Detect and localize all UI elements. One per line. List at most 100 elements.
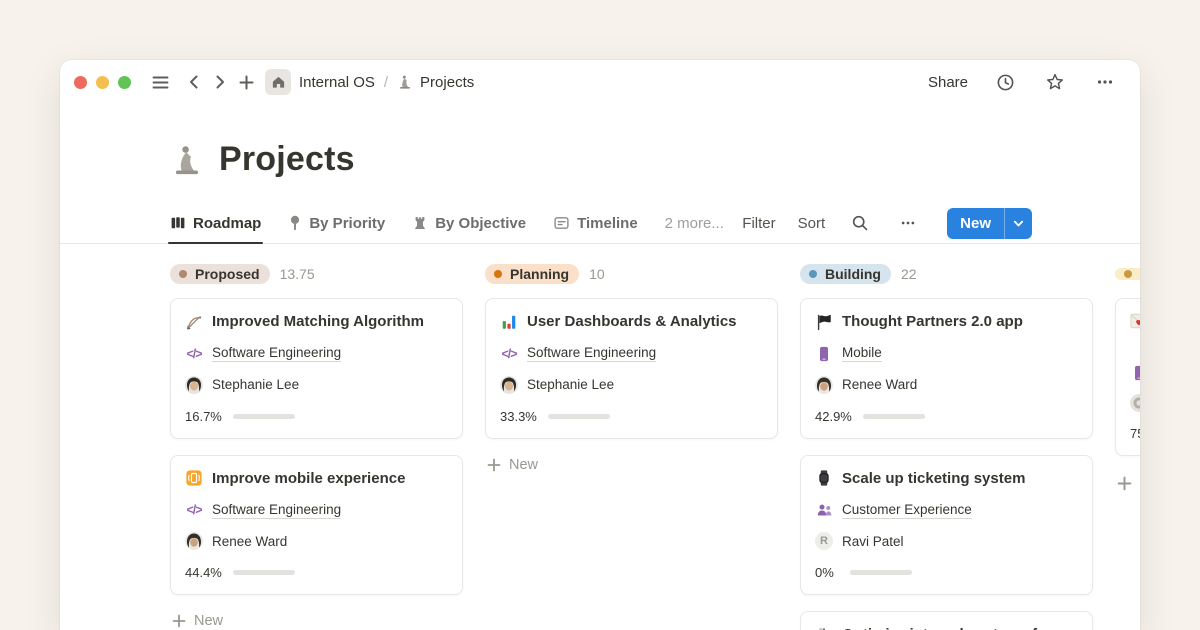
tab-by-objective[interactable]: By Objective — [412, 203, 526, 243]
breadcrumb-page[interactable]: Projects — [420, 74, 474, 91]
tab-label: By Objective — [435, 215, 526, 232]
tab-by-priority[interactable]: By Priority — [288, 203, 385, 243]
add-card-label: New — [194, 613, 223, 629]
column-building: Building 22 Thought Partners 2.0 app Mob… — [800, 262, 1093, 630]
add-card-button[interactable] — [1115, 472, 1140, 495]
column-planning: Planning 10 User Dashboards & Analytics … — [485, 262, 778, 477]
microscope-icon[interactable] — [170, 143, 204, 177]
view-options-button[interactable] — [895, 210, 921, 236]
column-title: Proposed — [195, 266, 260, 282]
minimize-window-button[interactable] — [96, 76, 109, 89]
chevron-down-icon — [1013, 218, 1024, 229]
watch-icon — [815, 469, 833, 487]
home-icon — [271, 75, 286, 90]
history-button[interactable] — [992, 69, 1018, 95]
column-count: 22 — [901, 266, 917, 282]
zoom-window-button[interactable] — [118, 76, 131, 89]
avatar — [185, 532, 203, 550]
new-tab-button[interactable] — [233, 69, 259, 95]
team-tag[interactable]: Mobile — [842, 345, 882, 362]
filter-button[interactable]: Filter — [742, 215, 775, 232]
sidebar-menu-button[interactable] — [147, 69, 173, 95]
page-title: Projects — [219, 140, 355, 179]
status-dot — [809, 270, 817, 278]
avatar — [500, 376, 518, 394]
add-card-button[interactable]: New — [170, 609, 463, 630]
project-card[interactable]: Thought Partners 2.0 app Mobile Renee Wa… — [800, 298, 1093, 439]
breadcrumb: Internal OS / Projects — [299, 74, 474, 91]
project-card[interactable]: Improved Matching Algorithm </> Software… — [170, 298, 463, 439]
team-tag[interactable]: Software Engineering — [212, 345, 341, 362]
progress-bar — [863, 414, 925, 419]
home-button[interactable] — [265, 69, 291, 95]
search-button[interactable] — [847, 210, 873, 236]
share-button[interactable]: Share — [928, 74, 968, 91]
people-purple-icon — [815, 501, 833, 519]
love-letter-icon — [1130, 312, 1140, 330]
code-icon: </> — [185, 345, 203, 363]
tab-label: Timeline — [577, 215, 638, 232]
project-card[interactable]: Optimize internal systems for — [800, 611, 1093, 630]
breadcrumb-separator: / — [384, 74, 388, 91]
plus-icon — [487, 458, 501, 472]
team-tag[interactable]: Software Engineering — [212, 502, 341, 519]
bow-and-arrow-icon — [185, 313, 203, 331]
assignee-name: Stephanie Lee — [212, 377, 299, 392]
column-count: 10 — [589, 266, 605, 282]
status-dot — [179, 270, 187, 278]
progress-label: 33.3% — [500, 409, 537, 424]
column-header[interactable] — [1115, 262, 1140, 286]
clock-icon — [996, 73, 1015, 92]
sort-button[interactable]: Sort — [798, 215, 826, 232]
tab-timeline[interactable]: Timeline — [553, 203, 638, 243]
add-card-button[interactable]: New — [485, 453, 778, 477]
view-tabs-bar: Roadmap By Priority By Objective Timelin… — [60, 203, 1140, 244]
tab-label: By Priority — [309, 215, 385, 232]
tab-more-views[interactable]: 2 more... — [665, 203, 724, 243]
tab-roadmap[interactable]: Roadmap — [170, 203, 261, 243]
microscope-icon — [397, 74, 413, 90]
card-title: Optimize internal systems for — [842, 625, 1052, 630]
more-options-button[interactable] — [1092, 69, 1118, 95]
team-tag[interactable]: Customer Experience — [842, 502, 972, 519]
avatar — [185, 376, 203, 394]
star-icon — [1045, 72, 1065, 92]
column-header[interactable]: Building 22 — [800, 262, 1093, 286]
favorite-button[interactable] — [1042, 69, 1068, 95]
card-title: Improved Matching Algorithm — [212, 312, 424, 332]
breadcrumb-workspace[interactable]: Internal OS — [299, 74, 375, 91]
team-tag[interactable]: Software Engineering — [527, 345, 656, 362]
progress-label: 0% — [815, 565, 839, 580]
progress-label: 44.4% — [185, 565, 222, 580]
project-card[interactable]: Improve mobile experience </> Software E… — [170, 455, 463, 596]
map-icon — [170, 215, 186, 231]
project-card[interactable]: Scale up ticketing system Customer Exper… — [800, 455, 1093, 596]
card-title: Improve mobile experience — [212, 469, 405, 489]
window-controls — [74, 76, 131, 89]
project-card[interactable]: User Dashboards & Analytics </> Software… — [485, 298, 778, 439]
page-header: Projects — [170, 140, 1140, 179]
search-icon — [851, 214, 869, 232]
rook-icon — [412, 215, 428, 231]
close-window-button[interactable] — [74, 76, 87, 89]
hamburger-icon — [151, 73, 170, 92]
project-card[interactable]: 75 — [1115, 298, 1140, 456]
card-title: Thought Partners 2.0 app — [842, 312, 1023, 332]
new-dropdown-button[interactable] — [1005, 208, 1032, 239]
nav-forward-button[interactable] — [207, 69, 233, 95]
column-header[interactable]: Proposed 13.75 — [170, 262, 463, 286]
pin-icon — [288, 215, 302, 231]
assignee-name: Ravi Patel — [842, 534, 904, 549]
ellipsis-icon — [1096, 73, 1114, 91]
code-icon: </> — [185, 501, 203, 519]
black-flag-icon — [815, 313, 833, 331]
nav-back-button[interactable] — [181, 69, 207, 95]
column-header[interactable]: Planning 10 — [485, 262, 778, 286]
new-button[interactable]: New — [947, 208, 1004, 239]
new-split-button: New — [947, 208, 1032, 239]
plus-icon — [172, 614, 186, 628]
progress-bar — [233, 414, 295, 419]
fire-extinguisher-icon — [815, 626, 833, 630]
progress-bar — [548, 414, 610, 419]
assignee-name: Renee Ward — [842, 377, 917, 392]
